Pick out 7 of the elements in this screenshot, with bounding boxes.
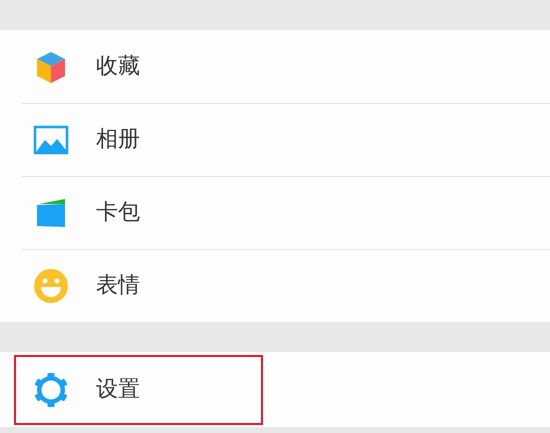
smiley-icon	[33, 268, 69, 304]
menu-item[interactable]: 设置	[0, 352, 550, 427]
settings-icon	[33, 372, 69, 408]
menu-item[interactable]: 表情	[0, 249, 550, 322]
menu-item[interactable]: 相册	[0, 103, 550, 176]
menu-item[interactable]: 收藏	[0, 30, 550, 103]
menu-item[interactable]: 卡包	[0, 176, 550, 249]
